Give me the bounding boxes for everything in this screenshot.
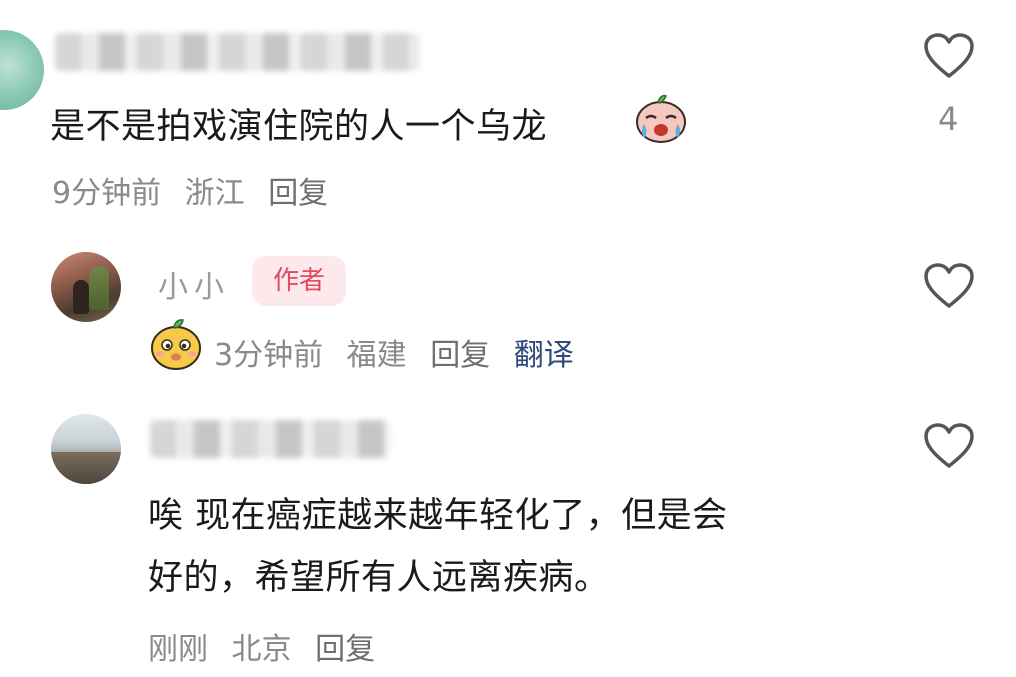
comment-text-line-1: 唉 现在癌症越来越年轻化了，但是会: [148, 496, 728, 536]
mango-sticker-icon: [151, 319, 201, 370]
reply-button[interactable]: 回复: [430, 338, 490, 373]
like-count: 4: [938, 100, 959, 138]
comment-time: 3分钟前: [214, 338, 324, 373]
comment-meta: 刚刚 北京 回复: [148, 624, 389, 668]
author-badge: 作者: [252, 256, 346, 306]
comment-location: 福建: [346, 338, 407, 373]
avatar[interactable]: [51, 414, 121, 484]
reply-button[interactable]: 回复: [268, 176, 328, 211]
username-blurred[interactable]: [150, 420, 390, 458]
crying-face-icon: [636, 94, 686, 143]
comment-location: 北京: [231, 632, 292, 667]
comment-meta: 9分钟前 浙江 回复: [52, 168, 342, 212]
comment-meta: 3分钟前 福建 回复 翻译: [214, 330, 588, 374]
avatar[interactable]: [0, 30, 44, 110]
like-heart-icon[interactable]: [923, 32, 975, 80]
comment-text: 是不是拍戏演住院的人一个乌龙: [50, 98, 547, 149]
comment-time: 9分钟前: [52, 176, 162, 211]
like-heart-icon[interactable]: [923, 422, 975, 470]
comment-text-content: 是不是拍戏演住院的人一个乌龙: [50, 107, 548, 147]
comment-location: 浙江: [184, 176, 245, 211]
avatar[interactable]: [51, 252, 121, 322]
username[interactable]: 小小: [158, 262, 230, 306]
comment-text-line-2: 好的，希望所有人远离疾病。: [148, 558, 610, 598]
translate-button[interactable]: 翻译: [514, 338, 574, 373]
comment-time: 刚刚: [148, 632, 208, 667]
like-heart-icon[interactable]: [923, 262, 975, 310]
comment-section: 是不是拍戏演住院的人一个乌龙 9分钟前 浙江 回复 4 小小 作者 3分钟前 福…: [0, 0, 1016, 677]
username-blurred[interactable]: [55, 33, 420, 71]
reply-button[interactable]: 回复: [315, 632, 375, 667]
